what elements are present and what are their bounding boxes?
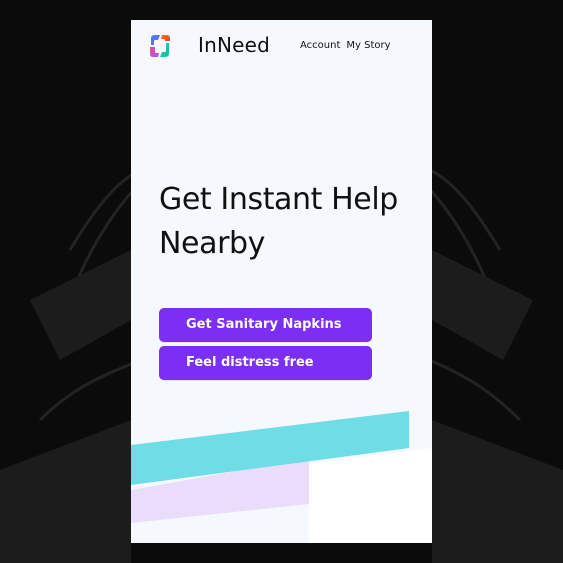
nav-link-my-story[interactable]: My Story	[346, 39, 390, 53]
nav-links: Account My Story	[300, 39, 391, 53]
feel-distress-free-button[interactable]: Feel distress free	[159, 346, 372, 380]
white-corner-block	[309, 448, 432, 543]
get-sanitary-napkins-button[interactable]: Get Sanitary Napkins	[159, 308, 372, 342]
top-navbar: InNeed Account My Story	[131, 20, 432, 72]
app-screen: InNeed Account My Story Get Instant Help…	[131, 20, 432, 543]
hero-title: Get Instant Help Nearby	[159, 182, 398, 261]
innee-logo-icon[interactable]	[148, 34, 172, 58]
lavender-stripe	[131, 458, 309, 523]
nav-link-account[interactable]: Account	[300, 39, 340, 53]
teal-stripe	[131, 411, 409, 485]
decorative-shapes	[131, 411, 432, 543]
brand-name: InNeed	[198, 33, 271, 57]
